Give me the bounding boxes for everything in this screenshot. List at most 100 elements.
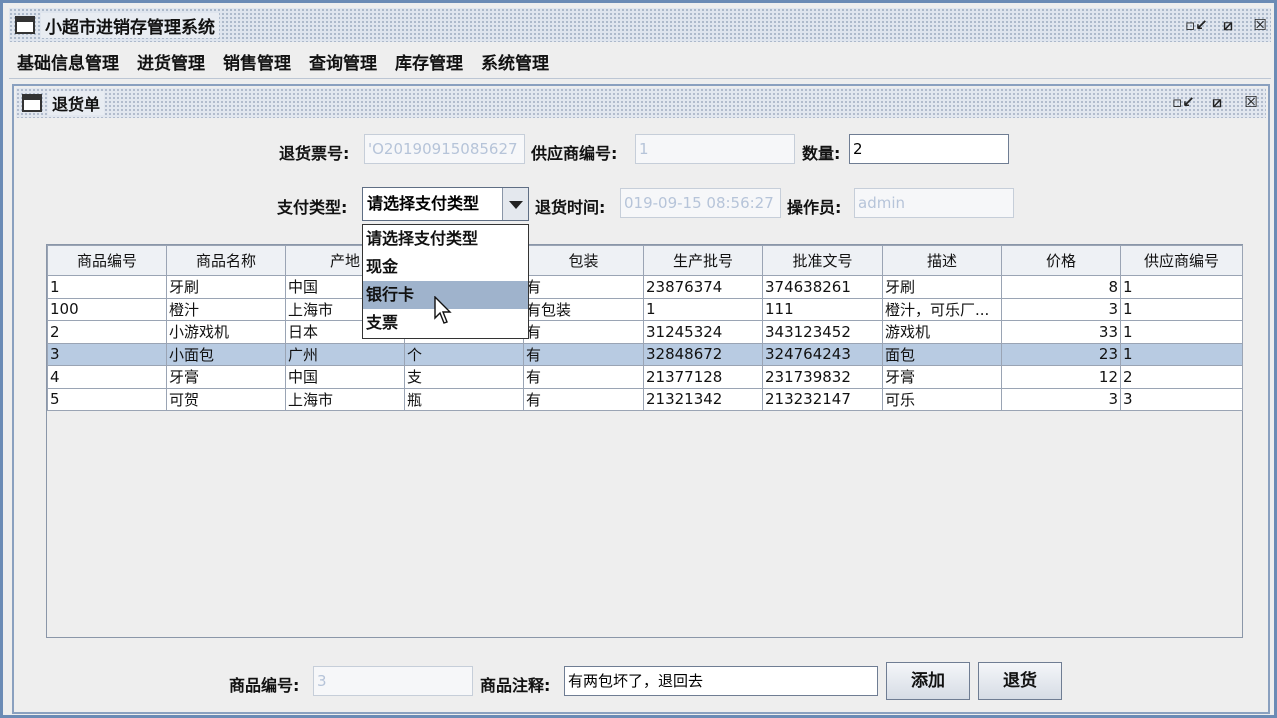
table-row[interactable]: 2小游戏机日本台有31245324343123452游戏机331 (47, 320, 1243, 344)
window-icon (15, 16, 35, 34)
goods-table[interactable]: 商品编号 商品名称 产地 单位 包装 生产批号 批准文号 描述 价格 供应商编号… (46, 244, 1243, 638)
table-cell[interactable]: 1 (1120, 297, 1243, 321)
table-cell[interactable]: 3 (1001, 297, 1121, 321)
table-cell[interactable]: 3 (47, 342, 167, 366)
table-cell[interactable]: 111 (762, 297, 883, 321)
column-header[interactable]: 商品名称 (166, 245, 286, 276)
table-cell[interactable]: 3 (1120, 387, 1243, 411)
table-cell[interactable]: 33 (1001, 320, 1121, 344)
window-icon (22, 94, 42, 112)
table-cell[interactable]: 有 (523, 275, 644, 299)
column-header[interactable]: 生产批号 (643, 245, 763, 276)
mouse-cursor-icon (434, 296, 452, 324)
menu-basic-info[interactable]: 基础信息管理 (9, 49, 128, 74)
column-header[interactable]: 包装 (523, 245, 644, 276)
menu-inventory[interactable]: 库存管理 (386, 49, 472, 74)
table-cell[interactable]: 广州 (285, 342, 405, 366)
table-cell[interactable]: 100 (47, 297, 167, 321)
table-cell[interactable]: 324764243 (762, 342, 883, 366)
minimize-icon[interactable]: ▫↙ (1172, 92, 1195, 112)
menu-purchase[interactable]: 进货管理 (128, 49, 214, 74)
table-cell[interactable]: 瓶 (404, 387, 524, 411)
inner-titlebar[interactable]: 退货单 ▫↙ ⧄ ☒ (16, 88, 1266, 118)
table-cell[interactable]: 2 (47, 320, 167, 344)
code-field: 3 (313, 666, 473, 696)
table-cell[interactable]: 5 (47, 387, 167, 411)
table-cell[interactable]: 有 (523, 320, 644, 344)
table-cell[interactable]: 游戏机 (882, 320, 1002, 344)
table-cell[interactable]: 中国 (285, 365, 405, 389)
return-button[interactable]: 退货 (978, 662, 1062, 700)
close-icon[interactable]: ☒ (1249, 15, 1271, 35)
chevron-down-icon[interactable] (502, 188, 528, 220)
note-field[interactable]: 有两包坏了，退回去 (564, 666, 878, 696)
menu-system[interactable]: 系统管理 (472, 49, 558, 74)
table-cell[interactable]: 8 (1001, 275, 1121, 299)
table-cell[interactable]: 个 (404, 342, 524, 366)
table-cell[interactable]: 343123452 (762, 320, 883, 344)
column-header[interactable]: 批准文号 (762, 245, 883, 276)
minimize-icon[interactable]: ▫↙ (1185, 15, 1208, 35)
ticket-field: 'O20190915085627 (364, 134, 525, 164)
paytype-option[interactable]: 现金 (363, 253, 528, 281)
table-cell[interactable]: 213232147 (762, 387, 883, 411)
column-header[interactable]: 商品编号 (47, 245, 167, 276)
operator-field: admin (854, 188, 1014, 218)
table-cell[interactable]: 1 (47, 275, 167, 299)
table-cell[interactable]: 有 (523, 342, 644, 366)
app-title: 小超市进销存管理系统 (41, 12, 219, 38)
table-cell[interactable]: 31245324 (643, 320, 763, 344)
table-cell[interactable]: 上海市 (285, 387, 405, 411)
table-cell[interactable]: 可乐 (882, 387, 1002, 411)
paytype-combobox[interactable]: 请选择支付类型 (362, 187, 529, 221)
paytype-option[interactable]: 请选择支付类型 (363, 225, 528, 253)
table-cell[interactable]: 牙刷 (882, 275, 1002, 299)
maximize-icon[interactable]: ⧄ (1206, 92, 1228, 112)
table-row[interactable]: 3 小面包 广州个有 32848672 324764243 面包 23 1 (47, 342, 1243, 366)
table-row[interactable]: 4 牙膏 中国支有 21377128 231739832 牙膏 12 2 (47, 365, 1243, 389)
table-cell[interactable]: 23 (1001, 342, 1121, 366)
table-cell[interactable]: 牙膏 (882, 365, 1002, 389)
table-cell[interactable]: 231739832 (762, 365, 883, 389)
table-row[interactable]: 5 可贺 上海市瓶有 21321342 213232147 可乐 3 3 (47, 387, 1243, 411)
table-cell[interactable]: 21377128 (643, 365, 763, 389)
column-header[interactable]: 供应商编号 (1120, 245, 1243, 276)
table-cell[interactable]: 小游戏机 (166, 320, 286, 344)
table-cell[interactable]: 3 (1001, 387, 1121, 411)
table-cell[interactable]: 支 (404, 365, 524, 389)
column-header[interactable]: 描述 (882, 245, 1002, 276)
maximize-icon[interactable]: ⧄ (1217, 15, 1239, 35)
add-button[interactable]: 添加 (886, 662, 970, 700)
table-cell[interactable]: 牙膏 (166, 365, 286, 389)
table-cell[interactable]: 1 (643, 297, 763, 321)
menu-query[interactable]: 查询管理 (300, 49, 386, 74)
table-cell[interactable]: 23876374 (643, 275, 763, 299)
table-cell[interactable]: 小面包 (166, 342, 286, 366)
table-cell[interactable]: 1 (1120, 275, 1243, 299)
table-cell[interactable]: 牙刷 (166, 275, 286, 299)
table-cell[interactable]: 可贺 (166, 387, 286, 411)
table-cell[interactable]: 12 (1001, 365, 1121, 389)
app-titlebar[interactable]: 小超市进销存管理系统 ▫↙ ⧄ ☒ (9, 8, 1271, 42)
ticket-label: 退货票号: (279, 144, 350, 163)
menu-sales[interactable]: 销售管理 (214, 49, 300, 74)
table-cell[interactable]: 橙汁，可乐厂... (882, 297, 1002, 321)
table-cell[interactable]: 4 (47, 365, 167, 389)
table-cell[interactable]: 32848672 (643, 342, 763, 366)
table-cell[interactable]: 面包 (882, 342, 1002, 366)
table-cell[interactable]: 374638261 (762, 275, 883, 299)
table-cell[interactable]: 1 (1120, 342, 1243, 366)
table-row[interactable]: 1牙刷中国支有23876374374638261牙刷81 (47, 275, 1243, 299)
table-cell[interactable]: 橙汁 (166, 297, 286, 321)
table-cell[interactable]: 21321342 (643, 387, 763, 411)
operator-label: 操作员: (787, 198, 842, 217)
column-header[interactable]: 价格 (1001, 245, 1121, 276)
table-cell[interactable]: 有包装 (523, 297, 644, 321)
table-cell[interactable]: 1 (1120, 320, 1243, 344)
table-row[interactable]: 100橙汁上海市瓶有包装1111橙汁，可乐厂...31 (47, 297, 1243, 321)
table-cell[interactable]: 有 (523, 387, 644, 411)
table-cell[interactable]: 有 (523, 365, 644, 389)
close-icon[interactable]: ☒ (1240, 92, 1262, 112)
table-cell[interactable]: 2 (1120, 365, 1243, 389)
qty-field[interactable]: 2 (849, 134, 1009, 164)
